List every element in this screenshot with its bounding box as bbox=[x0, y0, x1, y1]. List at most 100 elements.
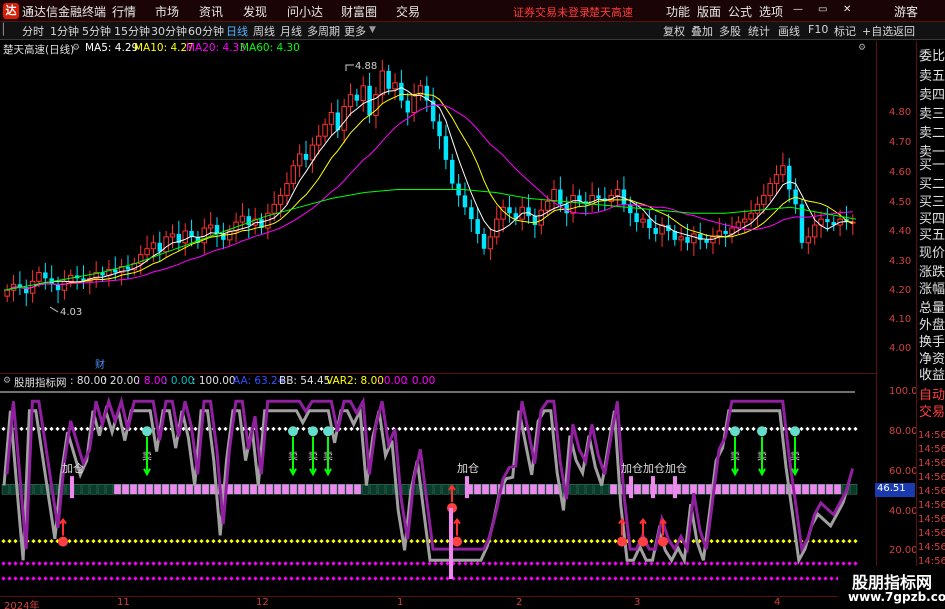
candle-body bbox=[399, 82, 404, 101]
menu-gongshi[interactable]: 公式 bbox=[728, 3, 752, 20]
period-1min[interactable]: 1分钟 bbox=[50, 23, 79, 39]
menu-wenxiaoda[interactable]: 问小达 bbox=[287, 3, 323, 20]
menu-zixun[interactable]: 资讯 bbox=[199, 3, 223, 20]
level-dot bbox=[853, 538, 858, 544]
time-stamp: 14:56 bbox=[918, 430, 945, 441]
indicator-val-3: : 8.00 bbox=[137, 375, 168, 387]
candle-body bbox=[678, 236, 684, 241]
indicator-settings-icon[interactable]: ⚙ bbox=[3, 376, 11, 386]
menu-faxian[interactable]: 发现 bbox=[243, 3, 267, 20]
period-60min[interactable]: 60分钟 bbox=[188, 23, 224, 39]
band-cell bbox=[169, 483, 178, 495]
level-dot bbox=[193, 538, 198, 544]
level-dot bbox=[607, 561, 612, 566]
menu-gongneng[interactable]: 功能 bbox=[666, 3, 690, 20]
tool-biaoji[interactable]: 标记 bbox=[834, 23, 856, 39]
level-dot bbox=[757, 538, 762, 544]
period-multi[interactable]: 多周期 bbox=[307, 23, 340, 39]
login-warning[interactable]: 证券交易未登录 bbox=[513, 4, 590, 20]
level-dot bbox=[49, 538, 54, 544]
tool-tongji[interactable]: 统计 bbox=[748, 23, 770, 39]
candle-body bbox=[494, 218, 500, 238]
period-15min[interactable]: 15分钟 bbox=[114, 23, 150, 39]
window-minimize-icon[interactable]: — bbox=[793, 4, 803, 15]
tool-duogu[interactable]: 多股 bbox=[719, 23, 741, 39]
panel-trade[interactable]: 交易 bbox=[919, 401, 945, 420]
tool-zixuan[interactable]: +自选 bbox=[862, 23, 893, 39]
period-fenshi[interactable]: 分时 bbox=[22, 23, 44, 39]
level-dot bbox=[199, 538, 204, 544]
level-dot bbox=[229, 561, 234, 566]
band-cell bbox=[481, 483, 490, 495]
level-dot bbox=[361, 576, 366, 581]
level-dot bbox=[97, 561, 102, 566]
menu-shichang[interactable]: 市场 bbox=[155, 3, 179, 20]
level-dot bbox=[505, 561, 510, 566]
level-dot bbox=[733, 576, 738, 581]
band-cell bbox=[473, 483, 482, 495]
level-dot bbox=[385, 561, 390, 566]
tool-huaxian[interactable]: 画线 bbox=[778, 23, 800, 39]
level-dot bbox=[427, 576, 432, 581]
buy-signal-icon bbox=[452, 536, 462, 547]
sell-signal-icon bbox=[730, 426, 740, 437]
level-dot bbox=[223, 426, 228, 432]
level-dot bbox=[823, 538, 828, 544]
candle-body bbox=[481, 233, 487, 249]
level-dot bbox=[739, 561, 744, 566]
level-dot bbox=[31, 561, 36, 566]
period-5min[interactable]: 5分钟 bbox=[82, 23, 111, 39]
menu-xuanxiang[interactable]: 选项 bbox=[759, 3, 783, 20]
band-cell bbox=[257, 483, 266, 495]
level-dot bbox=[343, 426, 348, 432]
chevron-down-icon[interactable]: ▼ bbox=[369, 25, 376, 35]
period-daily[interactable]: 日线 bbox=[226, 23, 248, 39]
period-30min[interactable]: 30分钟 bbox=[151, 23, 187, 39]
period-monthly[interactable]: 月线 bbox=[280, 23, 302, 39]
tool-diejia[interactable]: 叠加 bbox=[691, 23, 713, 39]
candle-body bbox=[450, 159, 455, 184]
user-guest[interactable]: 游客 bbox=[894, 3, 918, 20]
chart-settings-gear-icon[interactable]: ⚙ bbox=[858, 43, 866, 53]
candle-body bbox=[277, 194, 284, 205]
level-dot bbox=[307, 561, 312, 566]
window-close-icon[interactable]: ✕ bbox=[843, 4, 851, 15]
level-dot bbox=[799, 561, 804, 566]
level-dot bbox=[619, 576, 624, 581]
level-dot bbox=[301, 538, 306, 544]
band-cell bbox=[433, 483, 442, 495]
menu-caifuquan[interactable]: 财富圈 bbox=[341, 3, 377, 20]
level-dot bbox=[649, 561, 654, 566]
buy-arrow-icon bbox=[639, 517, 647, 536]
menu-hangqing[interactable]: 行情 bbox=[112, 3, 136, 20]
level-dot bbox=[685, 576, 690, 581]
level-dot bbox=[79, 426, 84, 432]
level-dot bbox=[337, 576, 342, 581]
level-dot bbox=[361, 538, 366, 544]
level-dot bbox=[553, 576, 558, 581]
menu-jiaoyi[interactable]: 交易 bbox=[396, 3, 420, 20]
level-dot bbox=[253, 576, 258, 581]
level-dot bbox=[733, 561, 738, 566]
level-dot bbox=[571, 538, 576, 544]
level-dot bbox=[445, 576, 450, 581]
window-maximize-icon[interactable]: ▭ bbox=[818, 4, 827, 15]
band-cell bbox=[113, 483, 122, 495]
toolbar-grip-icon[interactable]: ▏ bbox=[3, 23, 11, 36]
period-more[interactable]: 更多 bbox=[344, 23, 366, 39]
tool-fuquan[interactable]: 复权 bbox=[663, 23, 685, 39]
settings-gear-icon[interactable]: ⚙ bbox=[72, 43, 80, 53]
menu-banmian[interactable]: 版面 bbox=[697, 3, 721, 20]
candle-body bbox=[710, 236, 716, 244]
tool-fanhui[interactable]: 返回 bbox=[893, 23, 915, 39]
price-chart[interactable]: 4.88 4.03 财 bbox=[0, 57, 876, 373]
indicator-chart[interactable]: 加仓 加仓 加仓 加仓 加仓卖卖卖卖卖卖卖 bbox=[0, 389, 876, 596]
level-dot bbox=[349, 561, 354, 566]
level-dot bbox=[841, 426, 846, 432]
tool-f10[interactable]: F10 bbox=[808, 23, 828, 36]
level-dot bbox=[43, 561, 48, 566]
band-cell bbox=[745, 483, 754, 495]
band-cell bbox=[153, 483, 162, 495]
period-weekly[interactable]: 周线 bbox=[253, 23, 275, 39]
band-cell bbox=[761, 483, 770, 495]
